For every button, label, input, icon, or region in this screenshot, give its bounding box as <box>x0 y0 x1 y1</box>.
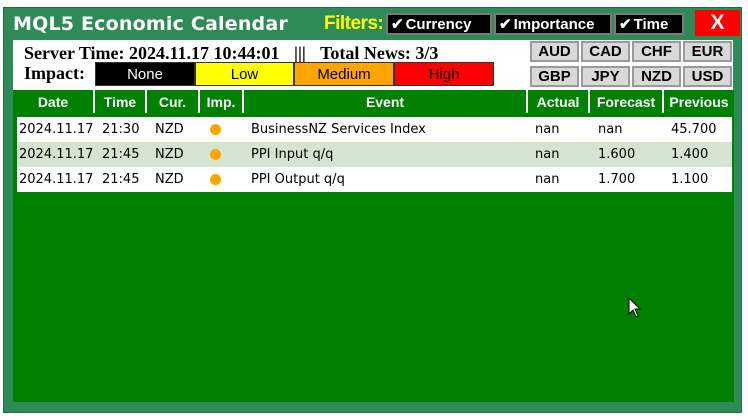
impact-label: Impact: <box>24 63 85 83</box>
cell-actual: nan <box>535 147 560 162</box>
header-forecast: Forecast <box>590 90 664 113</box>
cell-forecast: 1.700 <box>598 172 636 187</box>
importance-dot-icon <box>210 124 221 135</box>
check-icon: ✔ <box>619 16 632 33</box>
impact-medium-button[interactable]: Medium <box>294 62 394 86</box>
header-importance: Imp. <box>200 90 244 113</box>
cell-time: 21:30 <box>102 122 140 137</box>
time-filter-label: Time <box>633 15 669 33</box>
cell-importance <box>210 167 221 192</box>
header-event: Event <box>244 90 528 113</box>
impact-low-button[interactable]: Low <box>195 62 294 86</box>
check-icon: ✔ <box>391 16 404 33</box>
cell-importance <box>210 142 221 167</box>
server-info: Server Time: 2024.11.17 10:44:01 ||| Tot… <box>24 43 438 64</box>
cell-date: 2024.11.17 <box>19 147 94 162</box>
currency-aud-button[interactable]: AUD <box>530 41 579 62</box>
cell-previous: 45.700 <box>671 122 717 137</box>
importance-dot-icon <box>210 149 221 160</box>
cell-previous: 1.100 <box>671 172 709 187</box>
header-date: Date <box>13 90 95 113</box>
importance-filter-button[interactable]: ✔ Importance <box>494 13 612 35</box>
importance-dot-icon <box>210 174 221 185</box>
info-separator: ||| <box>293 43 306 63</box>
impact-none-button[interactable]: None <box>95 62 195 86</box>
currency-eur-button[interactable]: EUR <box>683 41 732 62</box>
importance-filter-label: Importance <box>513 15 595 33</box>
cell-currency: NZD <box>155 122 184 137</box>
cell-actual: nan <box>535 122 560 137</box>
table-row[interactable]: 2024.11.17 21:30 NZD BusinessNZ Services… <box>17 117 732 142</box>
currency-cad-button[interactable]: CAD <box>581 41 630 62</box>
currency-usd-button[interactable]: USD <box>683 66 732 87</box>
header-actual: Actual <box>528 90 590 113</box>
check-icon: ✔ <box>499 16 512 33</box>
window-title: MQL5 Economic Calendar <box>13 13 288 35</box>
impact-high-button[interactable]: High <box>394 62 494 86</box>
currency-filter-label: Currency <box>405 15 472 33</box>
header-currency: Cur. <box>147 90 200 113</box>
cell-forecast: 1.600 <box>598 147 636 162</box>
cell-time: 21:45 <box>102 147 140 162</box>
currency-gbp-button[interactable]: GBP <box>530 66 579 87</box>
cell-actual: nan <box>535 172 560 187</box>
cell-event: BusinessNZ Services Index <box>251 122 426 137</box>
cell-forecast: nan <box>598 122 623 137</box>
time-filter-button[interactable]: ✔ Time <box>614 13 684 35</box>
filters-label: Filters: <box>324 13 384 34</box>
cell-currency: NZD <box>155 147 184 162</box>
cell-previous: 1.400 <box>671 147 709 162</box>
table-row[interactable]: 2024.11.17 21:45 NZD PPI Input q/q nan 1… <box>17 142 732 167</box>
currency-jpy-button[interactable]: JPY <box>581 66 630 87</box>
header-previous: Previous <box>664 90 734 113</box>
currency-filter-button[interactable]: ✔ Currency <box>386 13 492 35</box>
server-time: Server Time: 2024.11.17 10:44:01 <box>24 43 280 63</box>
currency-chf-button[interactable]: CHF <box>632 41 681 62</box>
mouse-cursor-icon <box>628 297 642 318</box>
total-news: Total News: 3/3 <box>320 43 439 63</box>
cell-date: 2024.11.17 <box>19 122 94 137</box>
close-button[interactable]: X <box>695 10 740 36</box>
cell-event: PPI Input q/q <box>251 147 334 162</box>
cell-importance <box>210 117 221 142</box>
cell-time: 21:45 <box>102 172 140 187</box>
cell-event: PPI Output q/q <box>251 172 345 187</box>
currency-nzd-button[interactable]: NZD <box>632 66 681 87</box>
cell-currency: NZD <box>155 172 184 187</box>
cell-date: 2024.11.17 <box>19 172 94 187</box>
header-time: Time <box>95 90 147 113</box>
table-row[interactable]: 2024.11.17 21:45 NZD PPI Output q/q nan … <box>17 167 732 192</box>
